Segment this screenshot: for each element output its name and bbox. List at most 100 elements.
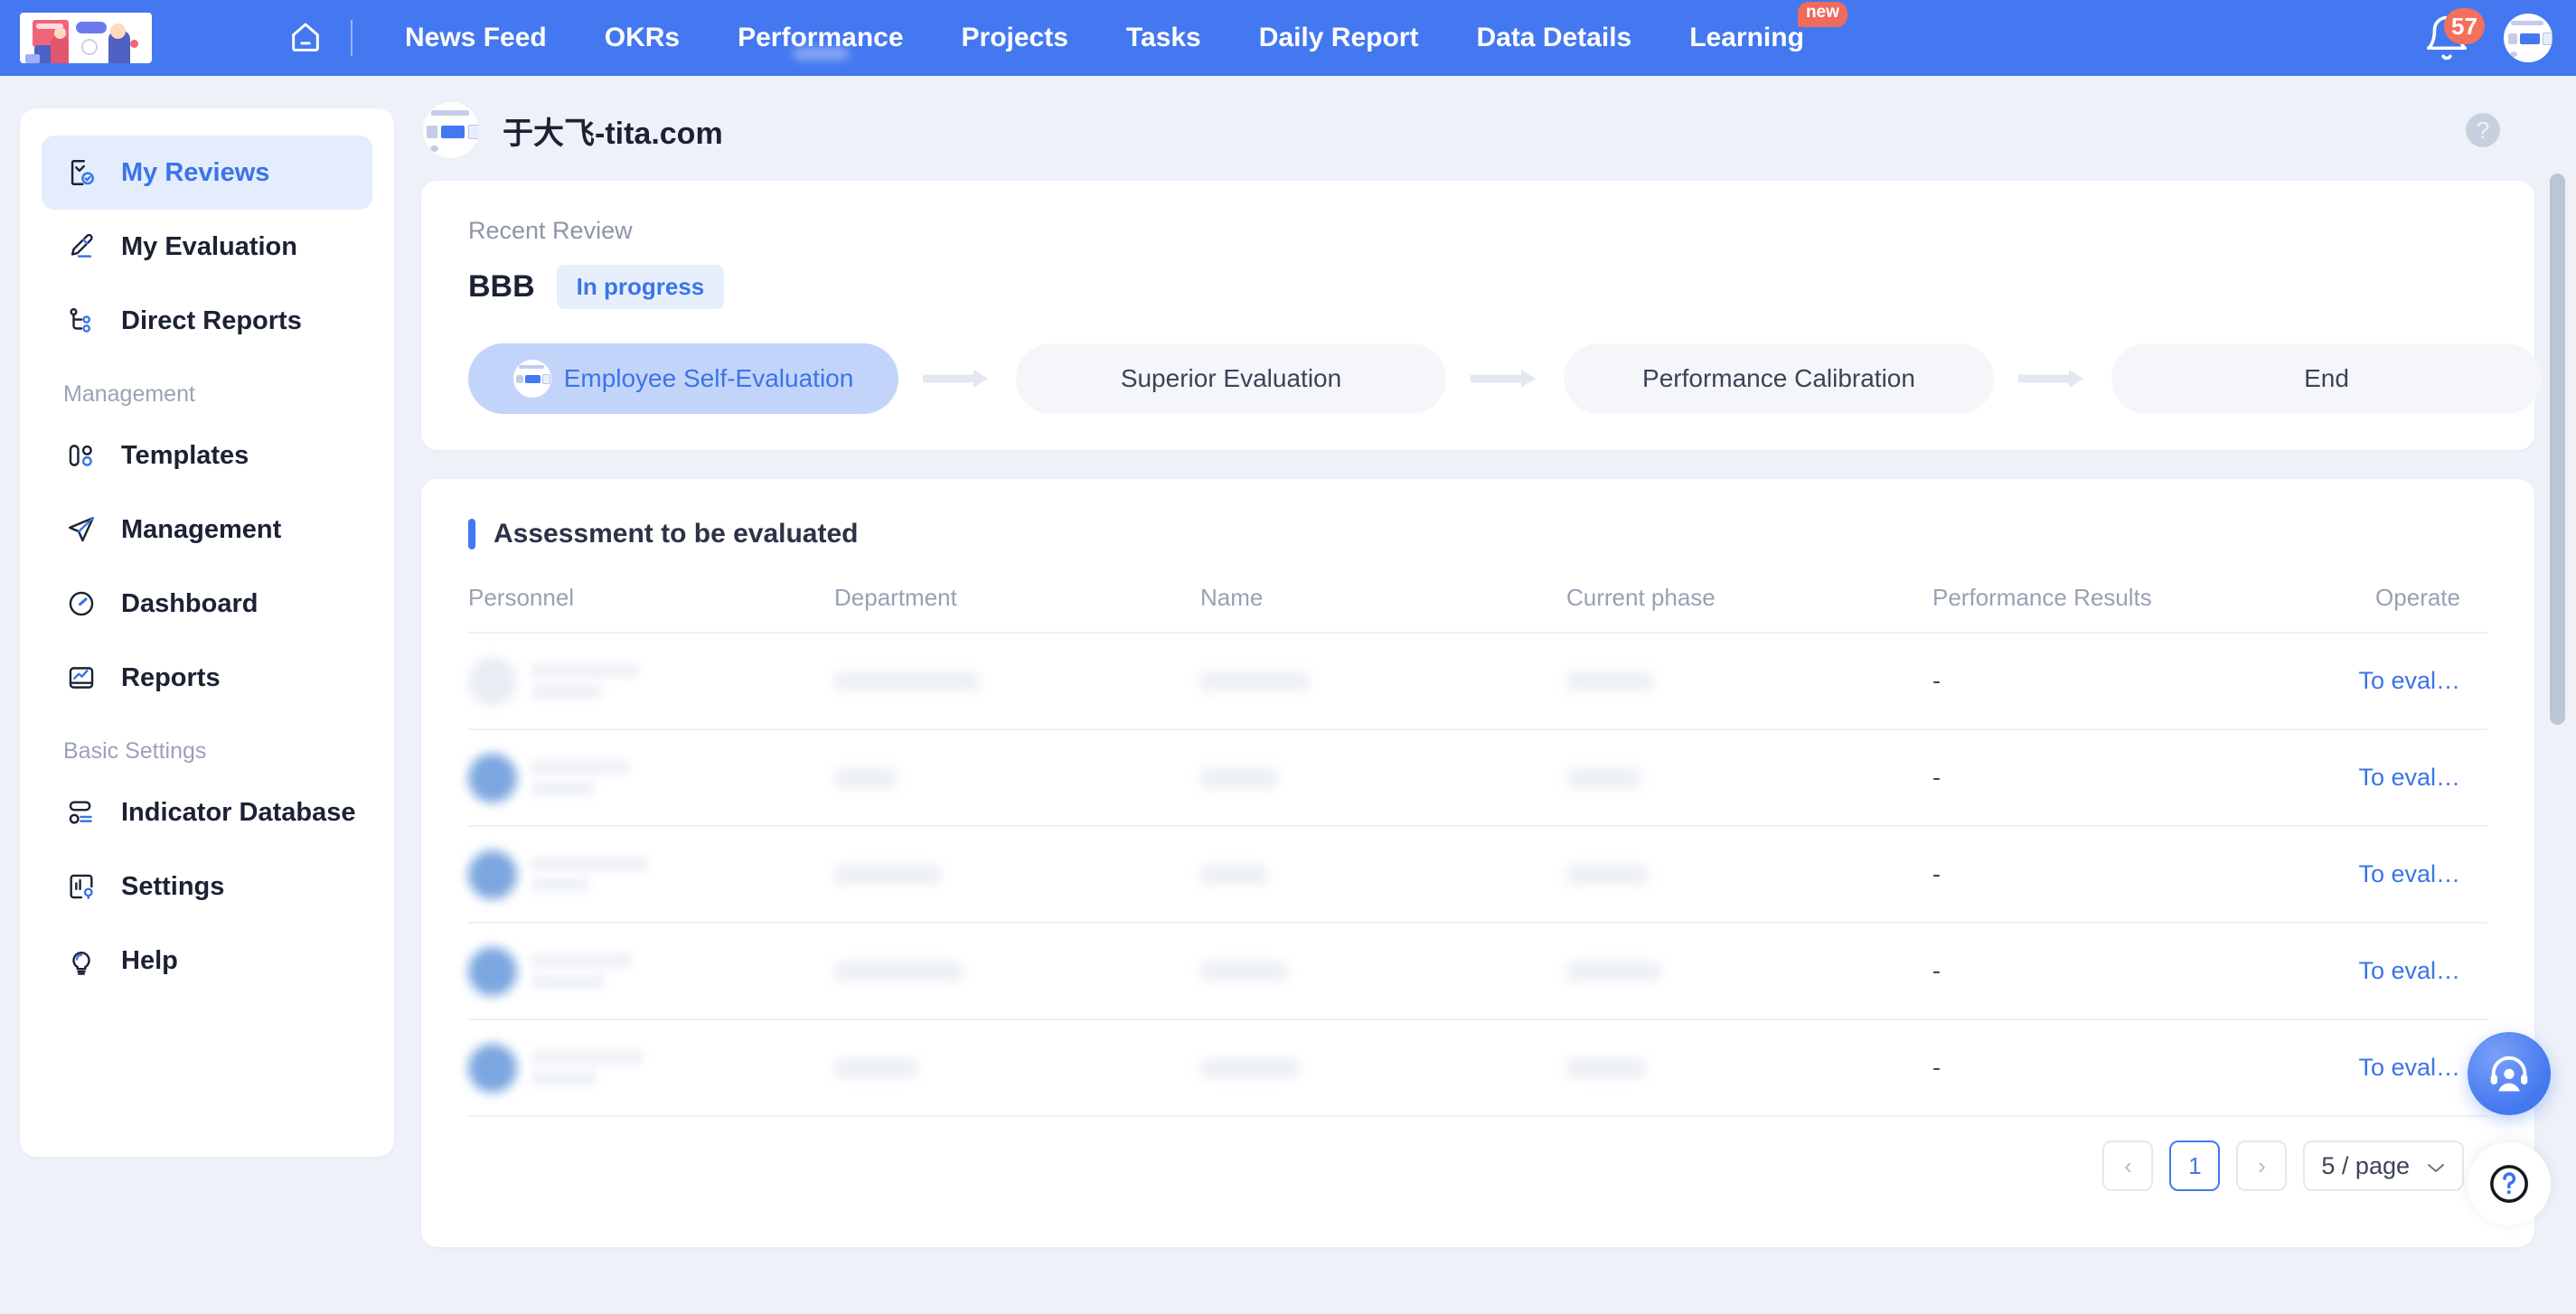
- recent-review-card: Recent Review BBB In progress Employee S…: [421, 181, 2542, 450]
- sidebar-item-direct-reports[interactable]: Direct Reports: [42, 284, 372, 358]
- table-row[interactable]: - To eval…: [468, 826, 2487, 924]
- step-arrow-icon: [898, 367, 1016, 390]
- page-scrollbar-thumb[interactable]: [2550, 174, 2565, 725]
- to-evaluate-link[interactable]: To eval…: [2358, 957, 2460, 984]
- step-employee-self-evaluation[interactable]: Employee Self-Evaluation: [468, 343, 898, 414]
- notification-bell-icon[interactable]: 57: [2422, 8, 2485, 62]
- step-performance-calibration[interactable]: Performance Calibration: [1564, 343, 1994, 414]
- pagination-page-1[interactable]: 1: [2169, 1140, 2221, 1191]
- table-body: - To eval… - To eval… - To eval… - To ev…: [468, 633, 2487, 1117]
- customer-service-headset-icon[interactable]: [2468, 1032, 2551, 1115]
- sidebar-item-my-evaluation[interactable]: My Evaluation: [42, 210, 372, 284]
- sidebar-item-settings[interactable]: Settings: [42, 849, 372, 924]
- sidebar-item-templates[interactable]: Templates: [42, 418, 372, 493]
- nav-item-okrs[interactable]: OKRs: [576, 0, 709, 76]
- cell-personnel: [468, 1019, 834, 1117]
- pagination: ‹ 1 › 5 / page: [468, 1140, 2487, 1191]
- cell-personnel: [468, 826, 834, 924]
- nav-item-performance[interactable]: Performance: [709, 0, 932, 76]
- org-tree-icon: [63, 303, 99, 339]
- review-report-icon: [63, 155, 99, 191]
- sidebar-item-label: Reports: [121, 662, 221, 692]
- sidebar-item-label: Direct Reports: [121, 305, 302, 335]
- cell-department: [834, 729, 1200, 827]
- question-mark-icon[interactable]: ?: [2466, 113, 2500, 147]
- column-header-current-phase: Current phase: [1566, 584, 1932, 634]
- sidebar-item-my-reviews[interactable]: My Reviews: [42, 136, 372, 210]
- cell-personnel: [468, 923, 834, 1020]
- report-chart-icon: [63, 660, 99, 696]
- to-evaluate-link[interactable]: To eval…: [2358, 1054, 2460, 1081]
- to-evaluate-link[interactable]: To eval…: [2358, 667, 2460, 694]
- step-label: End: [2304, 364, 2349, 392]
- cell-name: [1200, 1019, 1566, 1117]
- step-arrow-icon: [1446, 367, 1564, 390]
- page-header: 于大飞-tita.com ?: [421, 76, 2534, 159]
- sidebar-item-dashboard[interactable]: Dashboard: [42, 567, 372, 641]
- user-avatar[interactable]: [2504, 14, 2552, 62]
- step-end[interactable]: End: [2111, 343, 2542, 414]
- cell-name: [1200, 923, 1566, 1020]
- nav-item-projects[interactable]: Projects: [933, 0, 1097, 76]
- sidebar-item-indicator-database[interactable]: Indicator Database: [42, 775, 372, 849]
- nav-item-learning[interactable]: Learning new: [1660, 0, 1847, 76]
- cell-personnel: [468, 633, 834, 730]
- nav-item-daily-report[interactable]: Daily Report: [1230, 0, 1448, 76]
- cell-name: [1200, 633, 1566, 730]
- cell-operate: To eval…: [2186, 1019, 2487, 1117]
- sidebar-item-label: Settings: [121, 871, 225, 901]
- cell-name: [1200, 826, 1566, 924]
- sidebar-item-label: Templates: [121, 440, 249, 470]
- redacted-personnel: [468, 750, 834, 806]
- cell-performance-results: -: [1932, 923, 2186, 1020]
- recent-review-row: BBB In progress: [468, 265, 2487, 309]
- to-evaluate-link[interactable]: To eval…: [2358, 764, 2460, 791]
- page-title: 于大飞-tita.com: [503, 116, 723, 151]
- sidebar-item-management[interactable]: Management: [42, 493, 372, 567]
- page-size-select[interactable]: 5 / page: [2303, 1140, 2464, 1191]
- nav-item-data-details[interactable]: Data Details: [1447, 0, 1660, 76]
- templates-icon: [63, 437, 99, 474]
- sidebar-item-label: Management: [121, 514, 282, 544]
- table-row[interactable]: - To eval…: [468, 729, 2487, 827]
- page-body: My Reviews My Evaluation Direct Reports …: [0, 76, 2576, 1247]
- page-scrollbar-track[interactable]: [2545, 157, 2569, 1314]
- redacted-personnel: [468, 943, 834, 1000]
- table-row[interactable]: - To eval…: [468, 923, 2487, 1020]
- step-superior-evaluation[interactable]: Superior Evaluation: [1016, 343, 1446, 414]
- sidebar-group-basic-settings: Basic Settings: [63, 738, 207, 764]
- sidebar-item-label: Indicator Database: [121, 797, 356, 827]
- table-row[interactable]: - To eval…: [468, 633, 2487, 730]
- sidebar-item-reports[interactable]: Reports: [42, 641, 372, 715]
- user-avatar: [423, 102, 479, 158]
- cell-department: [834, 826, 1200, 924]
- cell-current-phase: [1566, 1019, 1932, 1117]
- cell-current-phase: [1566, 923, 1932, 1020]
- sidebar-item-help[interactable]: Help: [42, 924, 372, 998]
- pagination-next-button[interactable]: ›: [2236, 1140, 2288, 1191]
- cell-performance-results: -: [1932, 633, 2186, 730]
- to-evaluate-link[interactable]: To eval…: [2358, 860, 2460, 887]
- nav-item-tasks[interactable]: Tasks: [1097, 0, 1230, 76]
- sidebar: My Reviews My Evaluation Direct Reports …: [20, 108, 394, 1157]
- section-title: Assessment to be evaluated: [468, 519, 2487, 549]
- column-header-personnel: Personnel: [468, 584, 834, 634]
- nav-item-news-feed[interactable]: News Feed: [376, 0, 576, 76]
- table-row[interactable]: - To eval…: [468, 1019, 2487, 1117]
- page-size-label: 5 / page: [2321, 1151, 2410, 1179]
- sidebar-item-label: Dashboard: [121, 588, 259, 618]
- tita-logo[interactable]: [20, 13, 152, 63]
- cell-department: [834, 923, 1200, 1020]
- sidebar-group-management: Management: [63, 381, 195, 407]
- table-header-row: Personnel Department Name Current phase …: [468, 584, 2487, 634]
- step-label: Performance Calibration: [1642, 364, 1915, 392]
- redacted-personnel: [468, 1040, 834, 1096]
- cell-department: [834, 633, 1200, 730]
- cell-performance-results: -: [1932, 1019, 2186, 1117]
- column-header-name: Name: [1200, 584, 1566, 634]
- nav-right-cluster: 57: [2422, 8, 2576, 62]
- notification-count-badge: 57: [2444, 8, 2485, 44]
- pagination-prev-button[interactable]: ‹: [2102, 1140, 2154, 1191]
- question-circle-icon[interactable]: [2468, 1142, 2551, 1225]
- home-icon[interactable]: [286, 18, 325, 58]
